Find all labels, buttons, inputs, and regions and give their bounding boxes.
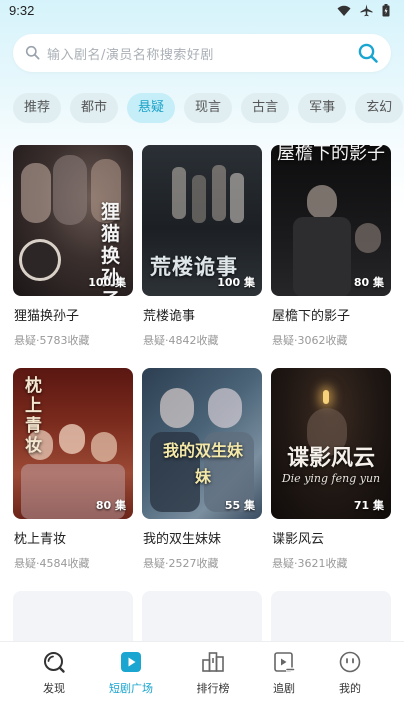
status-time: 9:32 (9, 3, 35, 18)
poster-image[interactable]: 谍影风云 Die ying feng yun 71 集 (271, 368, 391, 519)
drama-meta: 悬疑·4584收藏 (14, 557, 90, 570)
discover-icon (44, 652, 65, 673)
drama-title[interactable]: 屋檐下的影子 (272, 305, 350, 324)
drama-meta: 悬疑·4842收藏 (143, 334, 219, 347)
tab-xuanyi[interactable]: 悬疑 (127, 93, 176, 123)
profile-icon (339, 651, 361, 673)
follow-drama-icon (274, 652, 295, 672)
poster-image[interactable]: 荒楼诡事 100 集 (142, 145, 262, 296)
episode-count: 100 集 (217, 276, 255, 289)
poster-image[interactable]: 屋檐下的影子 80 集 (271, 145, 391, 296)
tab-junshi[interactable]: 军事 (298, 93, 347, 123)
poster-title-text: 我的双生妹妹 (162, 441, 243, 486)
episode-count: 80 集 (353, 276, 384, 289)
poster-image[interactable]: 枕上青妆 80 集 (13, 368, 133, 519)
tab-dushi[interactable]: 都市 (70, 93, 119, 123)
nav-item-ranking[interactable]: 排行榜 (178, 650, 248, 696)
nav-item-discover[interactable]: 发现 (19, 650, 89, 696)
nav-label: 我的 (339, 682, 361, 695)
drama-title[interactable]: 我的双生妹妹 (143, 528, 221, 547)
ranking-icon (202, 652, 224, 672)
episode-count: 71 集 (353, 499, 384, 512)
tab-xianyan[interactable]: 现言 (184, 93, 233, 123)
poster-subtitle-text: Die ying feng yun (281, 472, 381, 485)
nav-label: 发现 (43, 682, 65, 695)
episode-count: 100 集 (88, 276, 126, 289)
status-icons (337, 4, 390, 17)
search-icon (25, 45, 40, 60)
tab-xuanhuan[interactable]: 玄幻 (355, 93, 404, 123)
wifi-icon (337, 5, 351, 16)
episode-count: 80 集 (95, 499, 126, 512)
status-bar: 9:32 (0, 0, 404, 24)
drama-title[interactable]: 狸猫换孙子 (14, 305, 79, 324)
drama-title[interactable]: 荒楼诡事 (143, 305, 195, 324)
poster-image[interactable]: 狸猫换孙子 100 集 (13, 145, 133, 296)
search-submit-icon[interactable] (357, 42, 379, 64)
poster-title-text: 枕上青妆 (25, 376, 42, 456)
poster-title-text: 谍影风云 (286, 445, 375, 471)
category-tabs: 推荐 都市 悬疑 现言 古言 军事 玄幻 (13, 93, 404, 123)
tab-tuijian[interactable]: 推荐 (13, 93, 62, 123)
poster-image[interactable]: 我的双生妹妹 55 集 (142, 368, 262, 519)
drama-meta: 悬疑·2527收藏 (143, 557, 219, 570)
search-bar[interactable]: 输入剧名/演员名称搜索好剧 (13, 34, 391, 72)
nav-item-profile[interactable]: 我的 (315, 650, 385, 696)
drama-title[interactable]: 枕上青妆 (14, 528, 66, 547)
drama-meta: 悬疑·5783收藏 (14, 334, 90, 347)
episode-count: 55 集 (224, 499, 255, 512)
search-input[interactable]: 输入剧名/演员名称搜索好剧 (47, 44, 214, 63)
poster-title-text: 屋檐下的影子 (277, 145, 385, 164)
bottom-navigation: 发现 短剧广场 排行榜 追剧 我的 (0, 641, 404, 718)
tab-guyan[interactable]: 古言 (241, 93, 290, 123)
nav-label: 追剧 (273, 682, 295, 695)
drama-title[interactable]: 谍影风云 (272, 528, 324, 547)
nav-item-drama-square[interactable]: 短剧广场 (96, 650, 166, 696)
drama-meta: 悬疑·3062收藏 (272, 334, 348, 347)
nav-label: 排行榜 (196, 682, 230, 695)
battery-icon (382, 4, 390, 17)
nav-item-follow[interactable]: 追剧 (249, 650, 319, 696)
airplane-icon (360, 4, 373, 17)
play-square-icon (121, 652, 141, 672)
nav-label: 短剧广场 (109, 682, 153, 695)
drama-meta: 悬疑·3621收藏 (272, 557, 348, 570)
